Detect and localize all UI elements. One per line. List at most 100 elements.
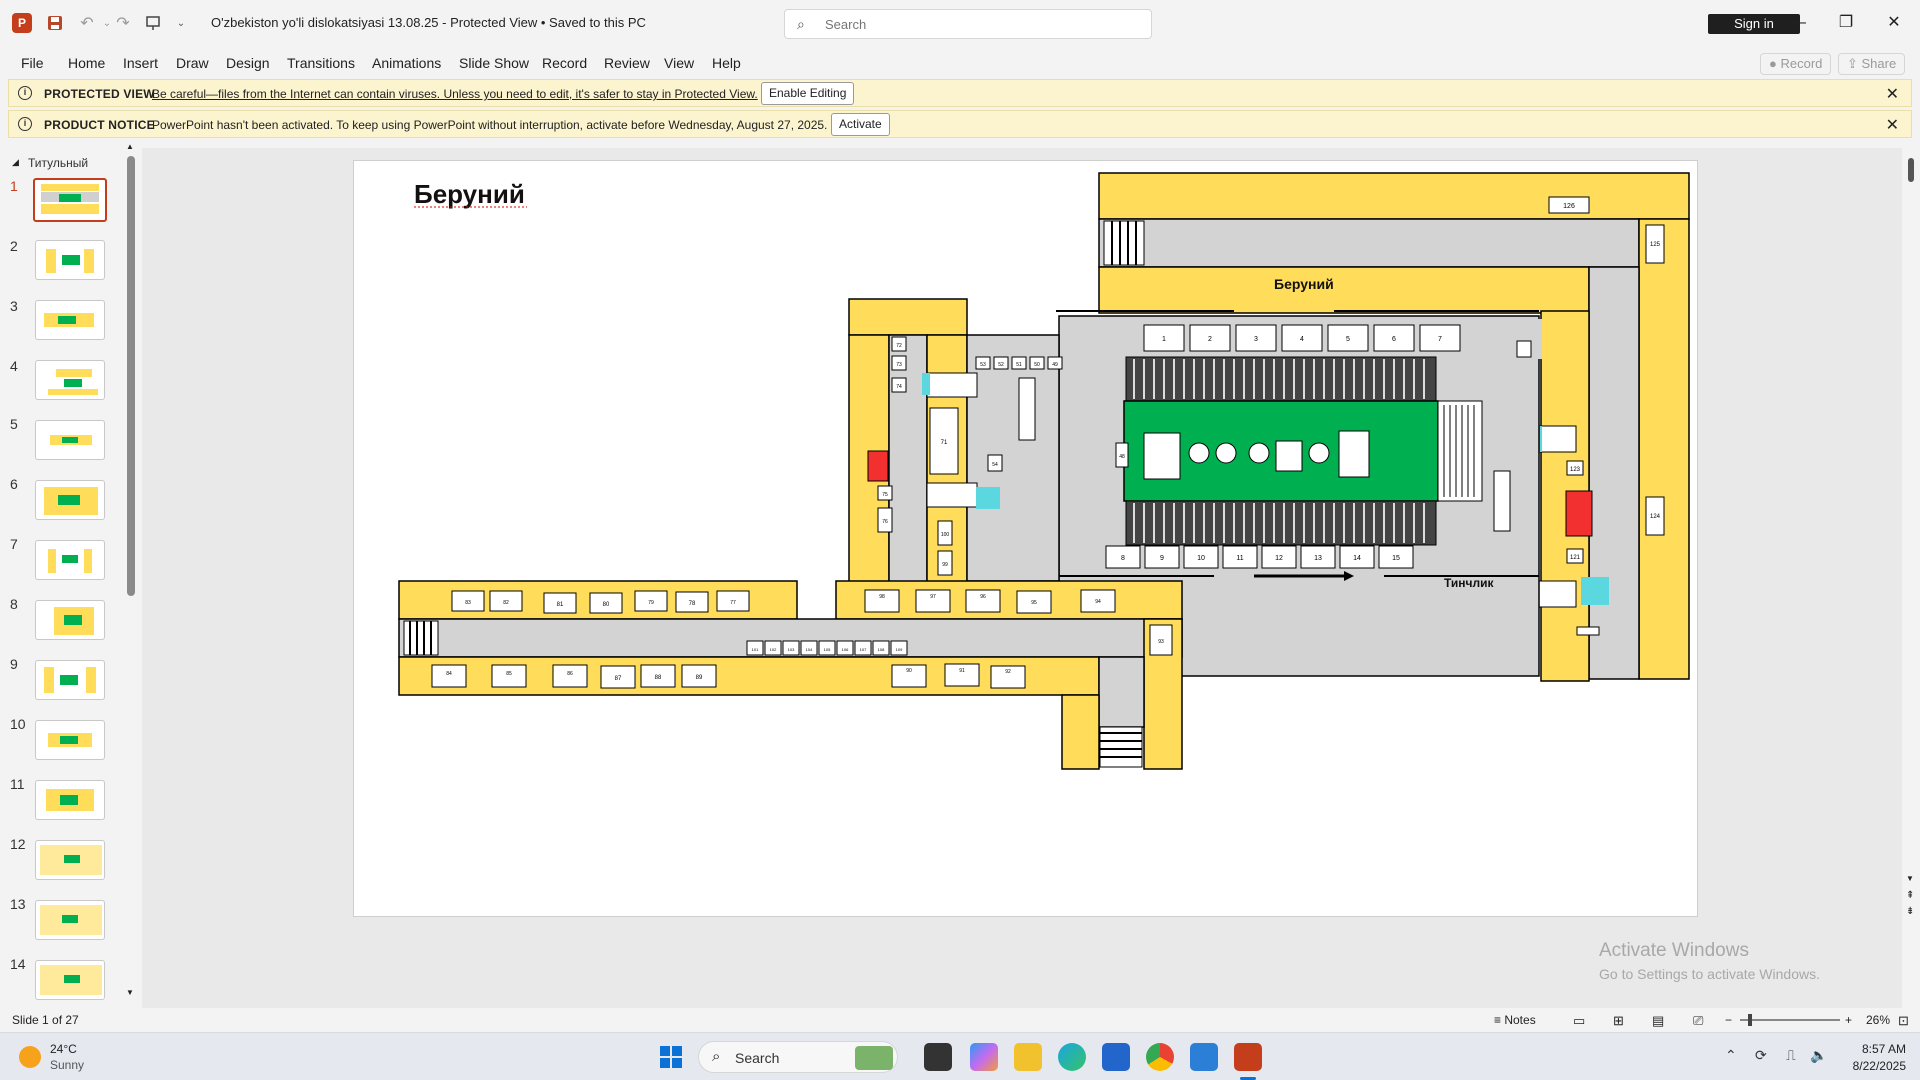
zoom-level[interactable]: 26%	[1866, 1013, 1890, 1027]
start-icon[interactable]	[657, 1043, 685, 1071]
edge-icon[interactable]	[1058, 1043, 1086, 1071]
status-bar: Slide 1 of 27 ≡ Notes ▭ ⊞ ▤ ⎚ − + 26% ⊡	[0, 1008, 1920, 1032]
banner-message[interactable]: Be careful—files from the Internet can c…	[152, 87, 758, 101]
scrollbar-thumb[interactable]	[127, 156, 135, 596]
thumb-number: 6	[10, 476, 18, 492]
tab-record[interactable]: Record	[542, 55, 587, 71]
booth-label: 1	[1162, 336, 1166, 343]
scroll-down-icon[interactable]: ▼	[126, 988, 134, 997]
booth-label: 124	[1650, 514, 1661, 520]
slide-thumbnail[interactable]	[35, 780, 105, 820]
booth-label: 88	[655, 675, 662, 681]
normal-view-icon[interactable]: ▭	[1573, 1013, 1585, 1029]
slide-thumbnail[interactable]	[35, 960, 105, 1000]
tab-review[interactable]: Review	[604, 55, 650, 71]
station-label: Беруний	[1274, 276, 1334, 292]
fit-to-window-icon[interactable]: ⊡	[1898, 1013, 1909, 1029]
weather-sun-icon[interactable]	[19, 1046, 41, 1068]
thumbnail-scrollbar[interactable]: ▲ ▼	[126, 142, 136, 1002]
scroll-down-icon[interactable]: ▼	[1906, 874, 1914, 883]
search-highlight-icon	[855, 1046, 893, 1070]
slide-sorter-icon[interactable]: ⊞	[1613, 1013, 1624, 1029]
sync-icon[interactable]: ⟳	[1755, 1047, 1767, 1064]
section-collapse-icon[interactable]: ◢	[12, 157, 19, 168]
tray-overflow-icon[interactable]: ⌃	[1725, 1047, 1737, 1064]
close-icon[interactable]: ✕	[1886, 115, 1899, 135]
redo-icon[interactable]: ↷	[112, 12, 134, 34]
slide-thumbnail[interactable]	[35, 300, 105, 340]
present-icon[interactable]	[142, 12, 164, 34]
tab-animations[interactable]: Animations	[372, 55, 441, 71]
clock-time[interactable]: 8:57 AM	[1846, 1042, 1906, 1056]
booths-top-row: 1 2 3 4 5 6 7	[1143, 324, 1461, 352]
slide-thumbnail[interactable]	[33, 178, 107, 222]
save-icon[interactable]	[44, 12, 66, 34]
search-input[interactable]	[825, 14, 1125, 34]
slide-thumbnail[interactable]	[35, 480, 105, 520]
tab-slide-show[interactable]: Slide Show	[459, 55, 529, 71]
clock-date[interactable]: 8/22/2025	[1846, 1059, 1906, 1073]
activate-button[interactable]: Activate	[831, 113, 890, 136]
slide-thumbnail[interactable]	[35, 240, 105, 280]
close-icon[interactable]: ✕	[1886, 84, 1899, 104]
close-icon[interactable]: ✕	[1874, 10, 1914, 36]
slide-thumbnail[interactable]	[35, 420, 105, 460]
slideshow-view-icon[interactable]: ⎚	[1693, 1013, 1703, 1029]
tab-insert[interactable]: Insert	[123, 55, 158, 71]
next-slide-icon[interactable]: ⇟	[1906, 906, 1914, 917]
tab-transitions[interactable]: Transitions	[287, 55, 355, 71]
store-icon[interactable]	[1102, 1043, 1130, 1071]
tab-design[interactable]: Design	[226, 55, 270, 71]
scrollbar-thumb[interactable]	[1908, 158, 1914, 182]
undo-icon[interactable]: ↶	[76, 12, 98, 34]
slide-thumbnail[interactable]	[35, 720, 105, 760]
slide-thumbnail[interactable]	[35, 660, 105, 700]
booth-label: 99	[942, 562, 948, 568]
scroll-up-icon[interactable]: ▲	[126, 142, 134, 151]
tab-home[interactable]: Home	[68, 55, 105, 71]
weather-temperature[interactable]: 24°C	[50, 1042, 77, 1056]
tab-view[interactable]: View	[664, 55, 694, 71]
booth-label: 5	[1346, 336, 1350, 343]
customize-toolbar-icon[interactable]: ⌄	[170, 12, 192, 34]
powerpoint-taskbar-icon[interactable]	[1234, 1043, 1262, 1071]
tab-file[interactable]: File	[21, 55, 44, 71]
restore-icon[interactable]: ❐	[1826, 10, 1866, 36]
share-button[interactable]: ⇪ Share	[1838, 53, 1906, 75]
weather-description[interactable]: Sunny	[50, 1058, 84, 1072]
volume-icon[interactable]: 🔈	[1810, 1047, 1827, 1064]
zoom-out-icon[interactable]: −	[1725, 1013, 1732, 1027]
editor-scrollbar[interactable]: ▼ ⇞ ⇟	[1906, 148, 1916, 1008]
minimize-icon[interactable]: —	[1778, 10, 1818, 36]
notes-button[interactable]: ≡ Notes	[1494, 1013, 1536, 1027]
chrome-icon[interactable]	[1146, 1043, 1174, 1071]
booth-label: 106	[842, 647, 849, 652]
zoom-slider[interactable]	[1740, 1019, 1840, 1021]
slide-canvas[interactable]: Беруний 126 125 124 123 121 Беруний 1 2 …	[353, 160, 1698, 917]
taskbar-search[interactable]: ⌕ Search	[698, 1041, 898, 1073]
record-button[interactable]: ● Record	[1760, 53, 1832, 75]
reading-view-icon[interactable]: ▤	[1652, 1013, 1664, 1029]
notes-label: Notes	[1504, 1013, 1536, 1027]
task-view-icon[interactable]	[924, 1043, 952, 1071]
slide-thumbnail[interactable]	[35, 540, 105, 580]
slide-thumbnail[interactable]	[35, 900, 105, 940]
slide-thumbnail[interactable]	[35, 360, 105, 400]
enable-editing-button[interactable]: Enable Editing	[761, 82, 855, 105]
previous-slide-icon[interactable]: ⇞	[1906, 890, 1914, 901]
zoom-slider-handle[interactable]	[1748, 1014, 1752, 1026]
vscode-icon[interactable]	[1190, 1043, 1218, 1071]
tab-help[interactable]: Help	[712, 55, 741, 71]
zoom-in-icon[interactable]: +	[1845, 1013, 1852, 1027]
thumb-number: 4	[10, 358, 18, 374]
search-box[interactable]: ⌕	[784, 9, 1152, 39]
booth-label: 14	[1353, 555, 1361, 562]
network-icon[interactable]: ⎍	[1786, 1047, 1796, 1064]
banner-title: PROTECTED VIEW	[44, 87, 155, 101]
tab-draw[interactable]: Draw	[176, 55, 209, 71]
file-explorer-icon[interactable]	[1014, 1043, 1042, 1071]
slide-thumbnail[interactable]	[35, 600, 105, 640]
booth-label: 77	[730, 600, 736, 606]
slide-thumbnail[interactable]	[35, 840, 105, 880]
copilot-icon[interactable]	[970, 1043, 998, 1071]
